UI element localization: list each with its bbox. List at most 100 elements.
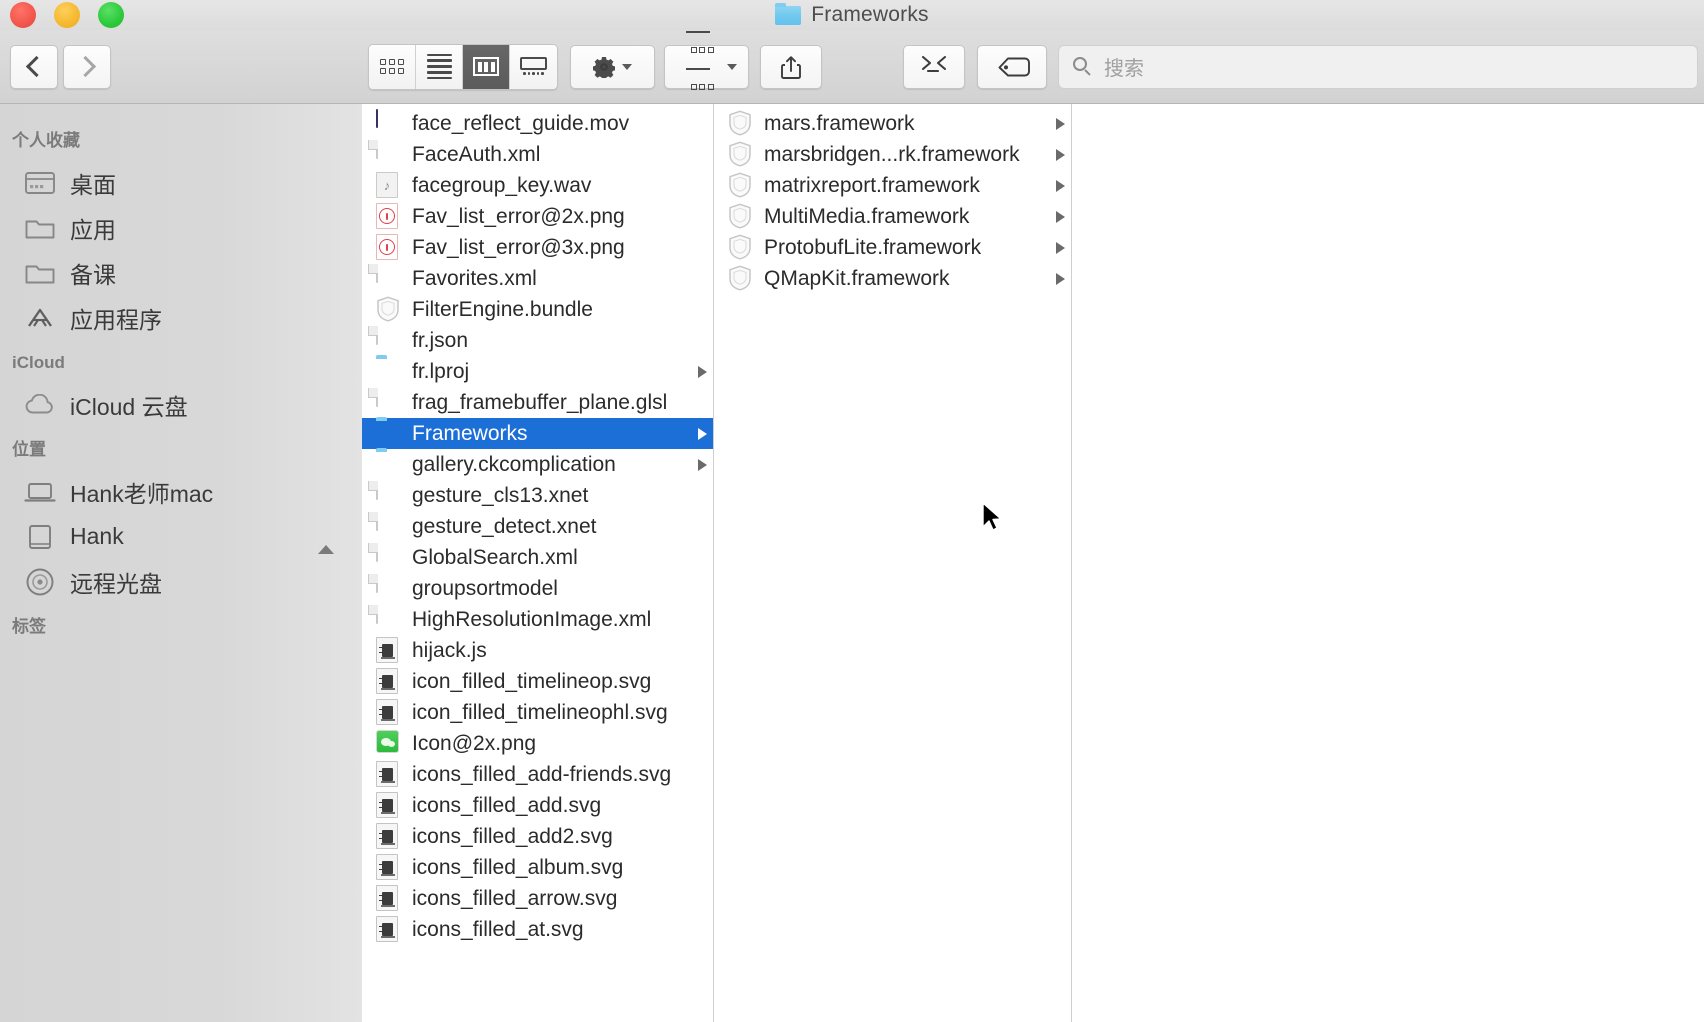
file-row[interactable]: icons_filled_at.svg [362,914,713,945]
file-row[interactable]: icons_filled_add-friends.svg [362,759,713,790]
sidebar-item-desktop[interactable]: 桌面 [0,160,362,205]
file-column-1[interactable]: face_reflect_guide.mov FaceAuth.xml ♪ faceg… [362,104,714,1022]
file-row[interactable]: GlobalSearch.xml [362,542,713,573]
tag-icon [998,57,1030,77]
bundle-icon [728,265,753,292]
maximize-button[interactable] [98,2,124,28]
list-view-button[interactable] [416,44,463,89]
file-row[interactable]: matrixreport.framework [714,170,1071,201]
eject-button[interactable] [318,527,334,554]
file-name: icons_filled_add2.svg [412,824,613,848]
file-row[interactable]: Fav_list_error@3x.png [362,232,713,263]
file-row[interactable]: icons_filled_arrow.svg [362,883,713,914]
file-row[interactable]: icon_filled_timelineop.svg [362,666,713,697]
file-name: matrixreport.framework [764,173,980,197]
disclosure-arrow-icon[interactable] [1056,241,1065,254]
window-title: Frameworks [811,3,929,26]
disclosure-arrow-icon[interactable] [1056,148,1065,161]
terminal-button[interactable] [903,44,965,89]
file-name: ProtobufLite.framework [764,235,982,259]
folder-icon [775,2,802,25]
code-file-icon [376,854,401,881]
file-row[interactable]: HighResolutionImage.xml [362,604,713,635]
column-view-button[interactable] [463,44,510,89]
forward-button[interactable] [63,44,111,89]
file-row[interactable]: MultiMedia.framework [714,201,1071,232]
arrange-menu-button[interactable] [664,30,749,90]
file-row[interactable]: icons_filled_add2.svg [362,821,713,852]
sidebar-item-label: Hank [70,523,124,549]
file-row[interactable]: Icon@2x.png [362,728,713,759]
action-menu-button[interactable] [570,44,655,89]
file-row[interactable]: face_reflect_guide.mov [362,108,713,139]
file-row[interactable]: icons_filled_album.svg [362,852,713,883]
coverflow-icon [520,56,547,77]
file-row[interactable]: gesture_detect.xnet [362,511,713,542]
file-row[interactable]: gallery.ckcomplication [362,449,713,480]
gallery-view-button[interactable] [510,44,557,89]
file-name: marsbridgen...rk.framework [764,142,1020,166]
file-column-3[interactable] [1072,104,1704,1022]
file-row[interactable]: Fav_list_error@2x.png [362,201,713,232]
code-file-icon [376,885,401,912]
file-row[interactable]: marsbridgen...rk.framework [714,139,1071,170]
file-row[interactable]: icons_filled_add.svg [362,790,713,821]
disclosure-arrow-icon[interactable] [1056,210,1065,223]
sidebar-item-applications[interactable]: 应用程序 [0,295,362,340]
minimize-button[interactable] [54,2,80,28]
sidebar-item-lesson-prep[interactable]: 备课 [0,250,362,295]
close-button[interactable] [10,2,36,28]
bundle-icon [728,141,753,168]
icon-view-button[interactable] [369,44,416,89]
file-row[interactable]: FilterEngine.bundle [362,294,713,325]
file-name: frag_framebuffer_plane.glsl [412,390,668,414]
file-row[interactable]: QMapKit.framework [714,263,1071,294]
share-button[interactable] [760,44,822,89]
file-name: Fav_list_error@2x.png [412,204,625,228]
tag-button[interactable] [977,44,1047,89]
file-name: mars.framework [764,111,915,135]
document-icon [376,388,401,416]
file-row[interactable]: ♪ facegroup_key.wav [362,170,713,201]
bundle-icon [376,296,401,323]
file-row[interactable]: ProtobufLite.framework [714,232,1071,263]
file-row[interactable]: mars.framework [714,108,1071,139]
sidebar-item-applications-folder[interactable]: 应用 [0,205,362,250]
window-title-group: Frameworks [0,0,1704,30]
back-button[interactable] [10,44,58,89]
sidebar-item-hank-drive[interactable]: Hank [0,514,362,559]
sidebar-item-label: 应用 [70,216,116,243]
disclosure-arrow-icon[interactable] [1056,117,1065,130]
sidebar-item-label: 远程光盘 [70,570,162,597]
file-row[interactable]: icon_filled_timelineophl.svg [362,697,713,728]
search-placeholder: 搜索 [1104,58,1144,80]
file-row[interactable]: Frameworks [362,418,713,449]
disclosure-arrow-icon[interactable] [698,427,707,440]
file-row[interactable]: fr.lproj [362,356,713,387]
document-icon [376,543,401,571]
file-row[interactable]: FaceAuth.xml [362,139,713,170]
sidebar-item-hank-mac[interactable]: Hank老师mac [0,469,362,514]
sidebar-item-label: 应用程序 [70,306,162,333]
file-row[interactable]: hijack.js [362,635,713,666]
chevron-down-icon [622,63,632,70]
content-area: 个人收藏 桌面 应用 备课 应用程序 iCloud iCloud 云盘 位置 H… [0,104,1704,1022]
bundle-icon [728,110,753,137]
file-name: Frameworks [412,421,528,445]
file-column-2[interactable]: mars.framework marsbridgen...rk.framework… [714,104,1072,1022]
disclosure-arrow-icon[interactable] [698,458,707,471]
applications-icon [24,303,56,333]
sidebar-item-remote-disc[interactable]: 远程光盘 [0,559,362,604]
file-row[interactable]: frag_framebuffer_plane.glsl [362,387,713,418]
file-row[interactable]: fr.json [362,325,713,356]
disclosure-arrow-icon[interactable] [1056,179,1065,192]
file-row[interactable]: Favorites.xml [362,263,713,294]
search-field[interactable]: 搜索 [1058,44,1698,89]
sidebar-item-icloud-drive[interactable]: iCloud 云盘 [0,382,362,427]
disclosure-arrow-icon[interactable] [698,365,707,378]
disclosure-arrow-icon[interactable] [1056,272,1065,285]
file-row[interactable]: groupsortmodel [362,573,713,604]
file-row[interactable]: gesture_cls13.xnet [362,480,713,511]
code-file-icon [376,699,401,726]
folder-icon [376,451,401,478]
